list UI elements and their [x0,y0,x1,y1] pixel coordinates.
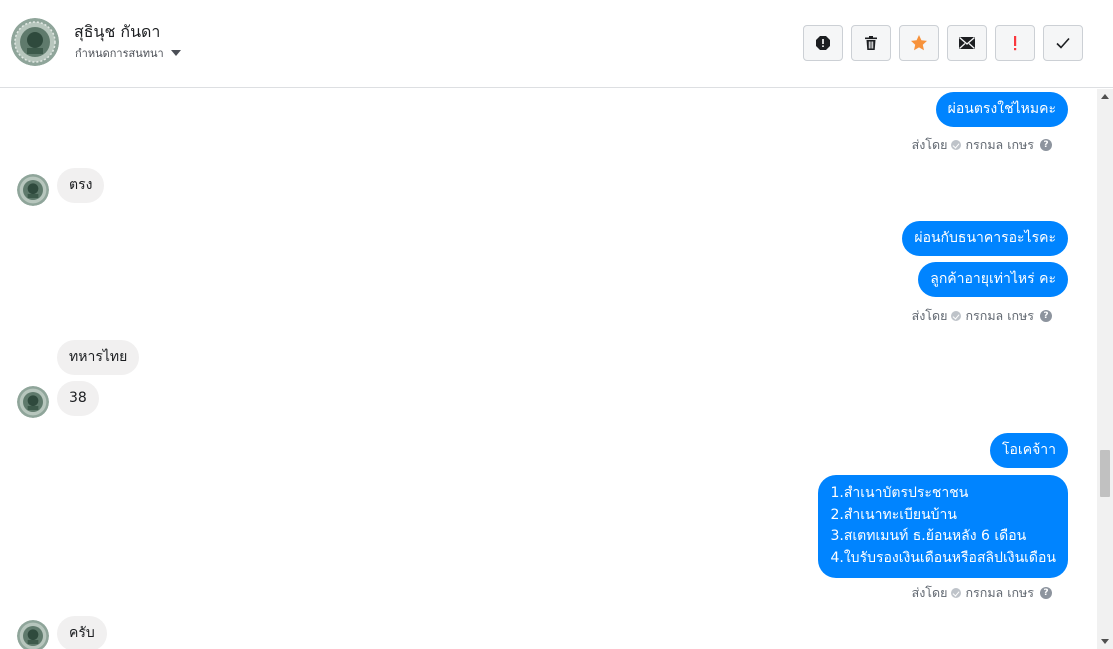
outgoing-message: ลูกค้าอายุเท่าไหร่ คะ [918,262,1068,297]
conversation-options-label: กำหนดการสนทนา [75,47,164,60]
document-list-item: 1.สำเนาบัตรประชาชน [830,485,969,501]
sent-by-info: ส่งโดย กรกมล เกษร ? [912,135,1052,155]
document-list-item: 3.สเตทเมนท์ ธ.ย้อนหลัง 6 เดือน [830,528,1027,544]
contact-avatar-small[interactable] [17,386,49,418]
outgoing-message-list: 1.สำเนาบัตรประชาชน 2.สำเนาทะเบียนบ้าน 3.… [818,475,1068,578]
contact-avatar[interactable] [11,18,59,66]
conversation-toolbar [803,25,1083,61]
mark-unread-button[interactable] [947,25,987,61]
check-circle-icon [951,140,962,150]
star-button[interactable] [899,25,939,61]
report-spam-button[interactable] [803,25,843,61]
scroll-up-arrow-icon[interactable] [1101,94,1109,99]
envelope-icon [959,36,975,49]
check-circle-icon [951,311,962,321]
delete-button[interactable] [851,25,891,61]
outgoing-message: ผ่อนตรงใช่ไหมคะ [935,92,1068,127]
thread-scrollbar[interactable] [1097,89,1113,649]
sent-by-info: ส่งโดย กรกมล เกษร ? [912,583,1052,603]
conversation-options-dropdown[interactable]: กำหนดการสนทนา [75,44,181,62]
exclamation-icon [1014,36,1017,51]
sender-name[interactable]: กรกมล เกษร [965,135,1034,155]
help-icon[interactable]: ? [1040,139,1052,151]
caret-down-icon [170,50,181,56]
sent-by-label: ส่งโดย [911,137,948,152]
incoming-message: ทหารไทย [57,340,140,375]
document-list-item: 2.สำเนาทะเบียนบ้าน [830,506,957,523]
sent-by-info: ส่งโดย กรกมล เกษร ? [912,306,1052,326]
star-icon [911,35,927,51]
conversation-header: สุธินุช กันดา กำหนดการสนทนา [0,0,1113,88]
incoming-message: ตรง [57,168,105,203]
trash-icon [865,36,877,50]
contact-name: สุธินุช กันดา [74,22,161,41]
check-circle-icon [951,588,962,598]
mark-done-button[interactable] [1043,25,1083,61]
scrollbar-thumb[interactable] [1100,450,1110,497]
incoming-message: ครับ [57,616,107,649]
report-spam-icon [816,36,830,50]
document-list-item: 4.ใบรับรองเงินเดือนหรือสลิปเงินเดือน [830,549,1056,566]
sent-by-label: ส่งโดย [911,585,948,600]
help-icon[interactable]: ? [1040,587,1052,599]
outgoing-message: โอเคจ้าา [989,433,1068,468]
check-icon [1056,37,1070,49]
scroll-down-arrow-icon[interactable] [1101,639,1109,644]
sent-by-label: ส่งโดย [911,308,948,323]
mark-important-button[interactable] [995,25,1035,61]
outgoing-message: ผ่อนกับธนาคารอะไรคะ [902,221,1068,256]
sender-name[interactable]: กรกมล เกษร [965,306,1034,326]
incoming-message: 38 [57,381,99,416]
contact-avatar-small[interactable] [17,174,49,206]
contact-avatar-small[interactable] [17,620,49,649]
help-icon[interactable]: ? [1040,310,1052,322]
sender-name[interactable]: กรกมล เกษร [965,583,1034,603]
message-thread[interactable]: ผ่อนตรงใช่ไหมคะ ส่งโดย กรกมล เกษร ? ตรง … [0,89,1097,649]
